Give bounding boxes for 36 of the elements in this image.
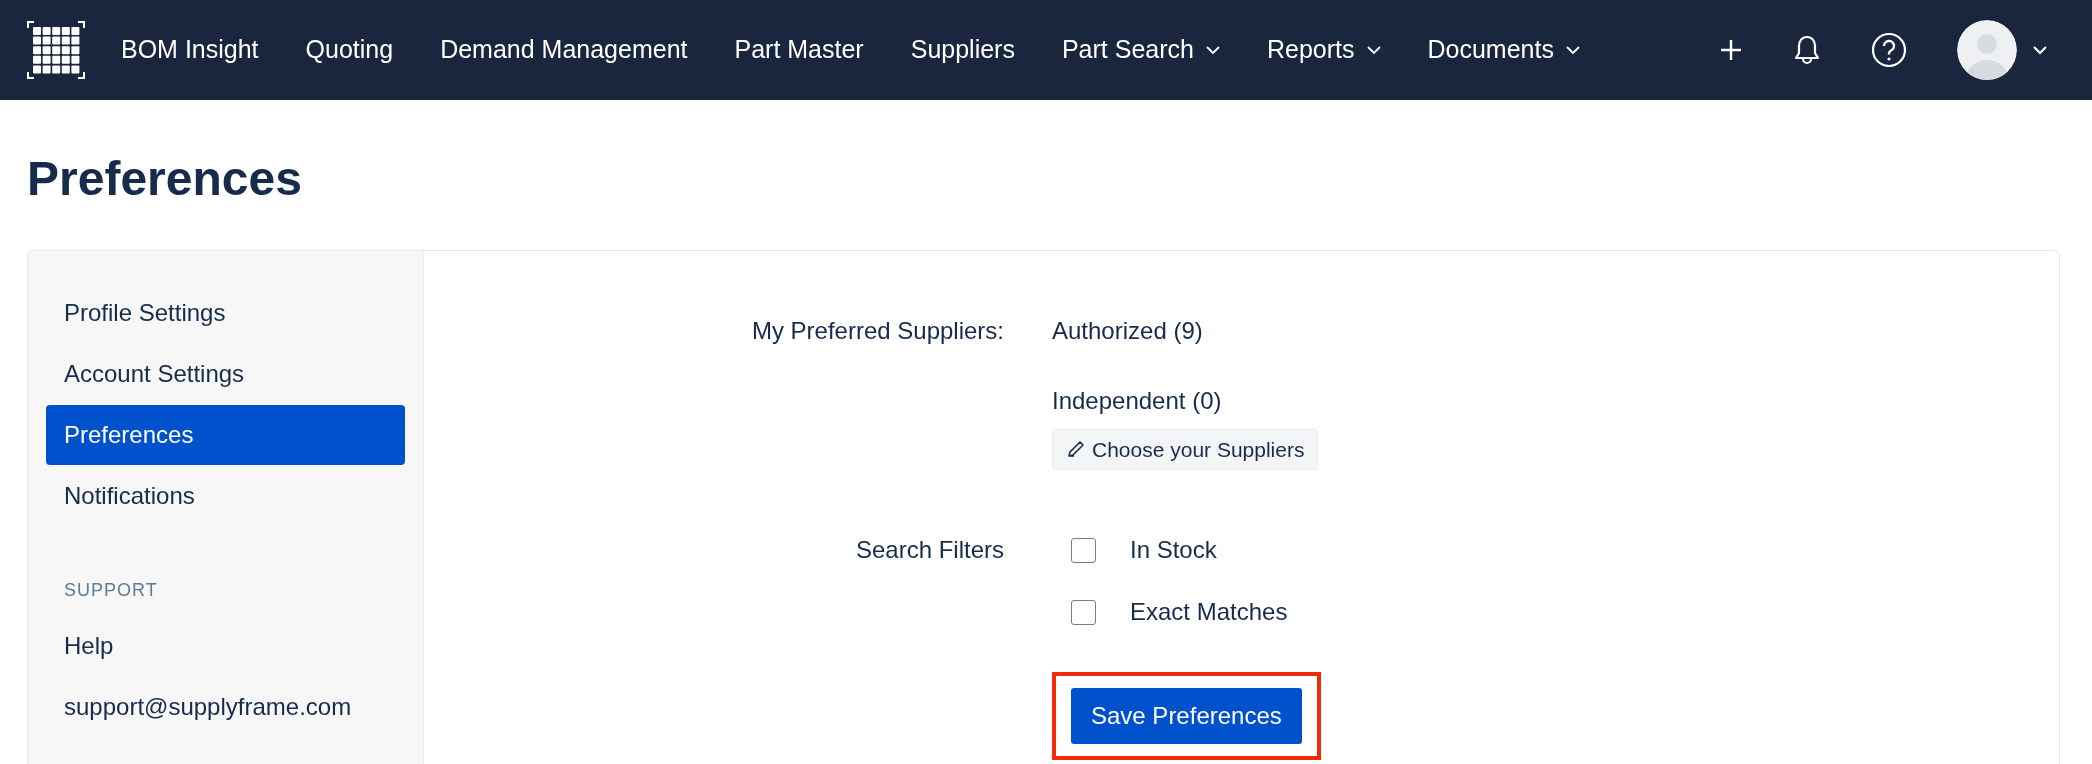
checkbox[interactable]	[1071, 599, 1096, 625]
field-label: Search Filters	[855, 536, 1004, 564]
sidebar-item[interactable]: Profile Settings	[46, 282, 405, 343]
plus-icon[interactable]	[1719, 38, 1743, 62]
nav-link[interactable]: Part Search	[1061, 31, 1220, 69]
pencil-icon	[1066, 439, 1086, 460]
checkbox-label: Exact Matches	[1130, 597, 1288, 628]
page-title: Preferences	[27, 151, 303, 207]
sidebar-item[interactable]: Account Settings	[46, 343, 405, 404]
nav-link[interactable]: Suppliers	[910, 31, 1015, 69]
sidebar-item[interactable]: Notifications	[46, 465, 405, 526]
nav-link[interactable]: Reports	[1266, 31, 1381, 69]
checkbox[interactable]	[1071, 537, 1096, 563]
nav-link[interactable]: Demand Management	[440, 31, 688, 69]
help-icon[interactable]	[1871, 32, 1907, 68]
sidebar-item[interactable]: support@supplyframe.com	[46, 676, 405, 737]
nav-link[interactable]: Documents	[1427, 31, 1580, 69]
save-button[interactable]: Save Preferences	[1071, 688, 1302, 745]
avatar-icon[interactable]	[1957, 20, 2017, 80]
field-label: My Preferred Suppliers:	[751, 316, 1004, 344]
section-heading: SUPPORT	[64, 579, 158, 600]
caret-icon[interactable]	[2033, 45, 2047, 55]
caret-icon	[1366, 45, 1381, 55]
caret-icon	[1205, 45, 1220, 55]
notification-bell-icon[interactable]	[1793, 34, 1821, 66]
supplier-count: Independent (0)	[1052, 386, 1222, 414]
sidebar-item[interactable]: Help	[46, 615, 405, 676]
checkbox-label: In Stock	[1130, 535, 1217, 566]
choose-suppliers-button[interactable]: Choose your Suppliers	[1052, 428, 1319, 471]
nav-link[interactable]: Part Master	[734, 31, 864, 69]
caret-icon	[1565, 45, 1580, 55]
grid-logo-icon[interactable]	[27, 21, 85, 79]
supplier-count: Authorized (9)	[1052, 316, 1203, 344]
nav-link[interactable]: Quoting	[305, 31, 394, 69]
sidebar-item[interactable]: Preferences	[46, 404, 405, 465]
nav-link[interactable]: BOM Insight	[121, 31, 259, 69]
